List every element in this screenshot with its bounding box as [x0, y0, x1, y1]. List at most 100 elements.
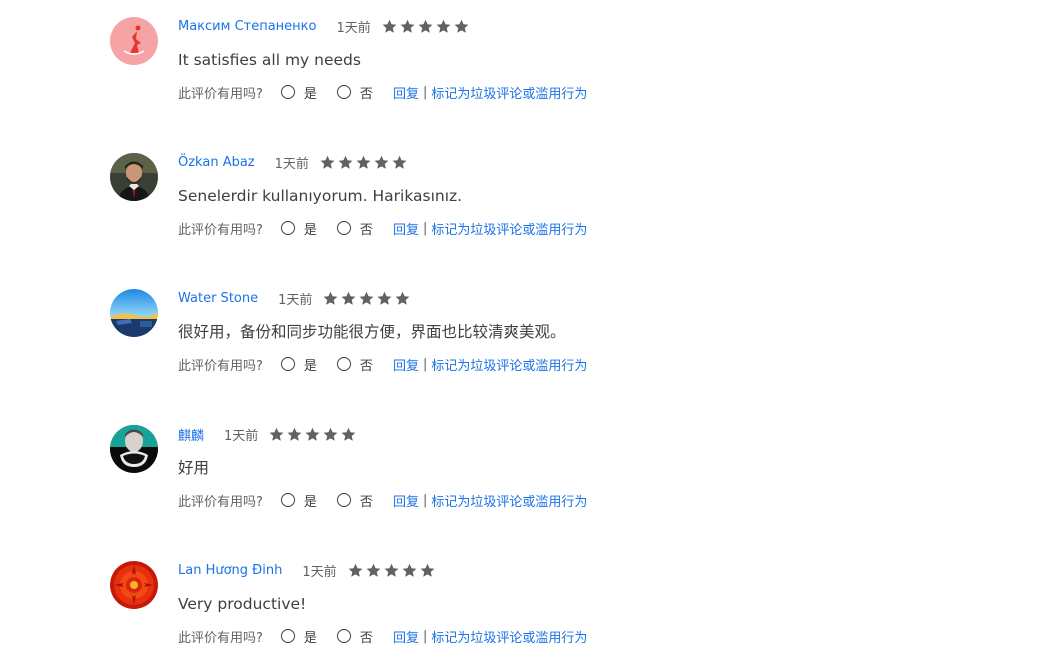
star-rating [347, 562, 436, 579]
yes-label: 是 [303, 630, 317, 646]
star-icon [436, 19, 451, 33]
no-label: 否 [359, 358, 373, 374]
reply-link[interactable]: 回复 [393, 627, 419, 646]
star-icon [359, 291, 374, 305]
review-text: 很好用，备份和同步功能很方便，界面也比较清爽美观。 [178, 323, 566, 341]
review-actions: 此评价有用吗? 是 否 回复 | 标记为垃圾评论或滥用行为 [178, 82, 587, 102]
review-actions: 此评价有用吗? 是 否 回复 | 标记为垃圾评论或滥用行为 [178, 490, 587, 510]
review-text: It satisfies all my needs [178, 51, 361, 69]
link-separator: | [422, 356, 428, 372]
helpful-yes-option[interactable]: 是 [280, 83, 317, 102]
link-separator: | [422, 492, 428, 508]
yes-label: 是 [303, 494, 317, 510]
radio-no[interactable] [336, 629, 351, 643]
star-icon [392, 155, 407, 169]
helpful-yes-option[interactable]: 是 [280, 491, 317, 510]
yes-label: 是 [303, 358, 317, 374]
author-name[interactable]: Özkan Abaz [178, 155, 255, 170]
reviews-list: Максим Степаненко 1天前 It satisfies all m… [0, 0, 1053, 660]
no-label: 否 [359, 86, 373, 102]
avatar[interactable] [110, 17, 158, 65]
star-rating [381, 18, 470, 35]
review-actions: 此评价有用吗? 是 否 回复 | 标记为垃圾评论或滥用行为 [178, 354, 587, 374]
report-link[interactable]: 标记为垃圾评论或滥用行为 [431, 83, 587, 102]
star-rating [268, 426, 357, 443]
radio-no[interactable] [336, 221, 351, 235]
review-meta: 麒麟 1天前 [178, 424, 357, 444]
no-label: 否 [359, 630, 373, 646]
radio-yes[interactable] [280, 221, 295, 235]
report-link[interactable]: 标记为垃圾评论或滥用行为 [431, 491, 587, 510]
helpful-no-option[interactable]: 否 [336, 491, 373, 510]
review-meta: Максим Степаненко 1天前 [178, 16, 470, 36]
avatar[interactable] [110, 289, 158, 337]
radio-yes[interactable] [280, 85, 295, 99]
review-item: Lan Hương Đinh 1天前 Very productive! 此评价有… [0, 544, 1053, 660]
star-icon [400, 19, 415, 33]
radio-no[interactable] [336, 85, 351, 99]
no-label: 否 [359, 494, 373, 510]
helpful-question: 此评价有用吗? [178, 86, 263, 102]
helpful-no-option[interactable]: 否 [336, 627, 373, 646]
reply-link[interactable]: 回复 [393, 83, 419, 102]
author-name[interactable]: 麒麟 [178, 425, 204, 444]
report-link[interactable]: 标记为垃圾评论或滥用行为 [431, 219, 587, 238]
yes-label: 是 [303, 222, 317, 238]
review-text: Very productive! [178, 595, 307, 613]
link-separator: | [422, 628, 428, 644]
author-name[interactable]: Максим Степаненко [178, 19, 317, 34]
helpful-question: 此评价有用吗? [178, 630, 263, 646]
helpful-yes-option[interactable]: 是 [280, 355, 317, 374]
yes-label: 是 [303, 86, 317, 102]
author-name[interactable]: Water Stone [178, 291, 258, 306]
star-icon [402, 563, 417, 577]
radio-yes[interactable] [280, 629, 295, 643]
helpful-no-option[interactable]: 否 [336, 83, 373, 102]
star-icon [320, 155, 335, 169]
radio-no[interactable] [336, 493, 351, 507]
review-date: 1天前 [274, 156, 309, 172]
star-icon [348, 563, 363, 577]
report-link[interactable]: 标记为垃圾评论或滥用行为 [431, 355, 587, 374]
author-name[interactable]: Lan Hương Đinh [178, 563, 282, 578]
star-icon [269, 427, 284, 441]
star-icon [287, 427, 302, 441]
review-meta: Water Stone 1天前 [178, 288, 411, 308]
star-icon [382, 19, 397, 33]
radio-yes[interactable] [280, 357, 295, 371]
link-separator: | [422, 84, 428, 100]
helpful-question: 此评价有用吗? [178, 494, 263, 510]
star-icon [454, 19, 469, 33]
reply-link[interactable]: 回复 [393, 355, 419, 374]
star-icon [377, 291, 392, 305]
reply-link[interactable]: 回复 [393, 219, 419, 238]
helpful-no-option[interactable]: 否 [336, 355, 373, 374]
review-date: 1天前 [278, 292, 313, 308]
review-date: 1天前 [302, 564, 337, 580]
star-icon [356, 155, 371, 169]
helpful-no-option[interactable]: 否 [336, 219, 373, 238]
helpful-yes-option[interactable]: 是 [280, 627, 317, 646]
helpful-question: 此评价有用吗? [178, 222, 263, 238]
star-icon [366, 563, 381, 577]
reply-link[interactable]: 回复 [393, 491, 419, 510]
review-text: Senelerdir kullanıyorum. Harikasınız. [178, 187, 463, 205]
helpful-yes-option[interactable]: 是 [280, 219, 317, 238]
avatar[interactable] [110, 153, 158, 201]
helpful-question: 此评价有用吗? [178, 358, 263, 374]
star-icon [420, 563, 435, 577]
star-icon [384, 563, 399, 577]
avatar[interactable] [110, 561, 158, 609]
star-icon [323, 427, 338, 441]
review-text: 好用 [178, 459, 210, 477]
avatar[interactable] [110, 425, 158, 473]
report-link[interactable]: 标记为垃圾评论或滥用行为 [431, 627, 587, 646]
radio-yes[interactable] [280, 493, 295, 507]
review-item: 麒麟 1天前 好用 此评价有用吗? 是 否 回复 | 标记为垃圾评论或滥用行为 [0, 408, 1053, 544]
review-item: Water Stone 1天前 很好用，备份和同步功能很方便，界面也比较清爽美观… [0, 272, 1053, 408]
star-icon [323, 291, 338, 305]
star-rating [322, 290, 411, 307]
review-date: 1天前 [224, 428, 259, 444]
radio-no[interactable] [336, 357, 351, 371]
star-icon [341, 427, 356, 441]
